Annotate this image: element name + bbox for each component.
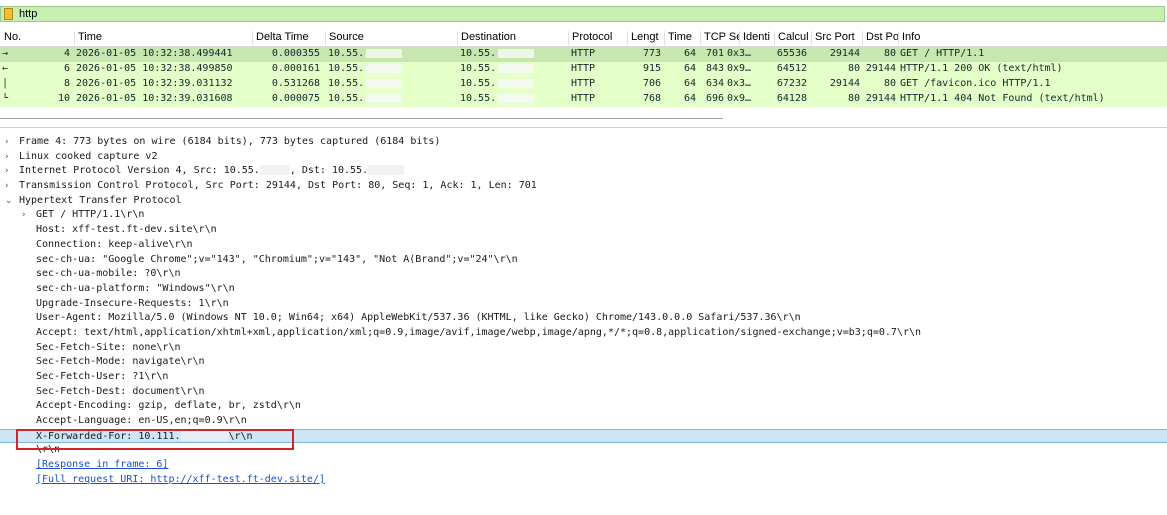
redacted-block — [366, 49, 403, 58]
tree-item-header[interactable]: Host: xff-test.ft-dev.site\r\n — [0, 223, 1167, 238]
redacted-block — [498, 64, 535, 73]
tree-item-header[interactable]: Sec-Fetch-User: ?1\r\n — [0, 370, 1167, 385]
column-header-calculated[interactable]: Calcul — [774, 31, 811, 45]
tree-item-ipv4[interactable]: › Internet Protocol Version 4, Src: 10.5… — [0, 164, 1167, 179]
full-request-uri-link[interactable]: [Full request URI: http://xff-test.ft-de… — [36, 473, 325, 488]
chevron-right-icon[interactable]: › — [5, 135, 9, 150]
redacted-block — [366, 79, 403, 88]
column-header-delta-time[interactable]: Delta Time — [252, 31, 325, 45]
redacted-block — [366, 64, 403, 73]
column-header-src-port[interactable]: Src Port — [811, 31, 862, 45]
redacted-block — [498, 49, 535, 58]
redacted-block — [366, 94, 403, 103]
tree-item-header[interactable]: sec-ch-ua-mobile: ?0\r\n — [0, 267, 1167, 282]
column-header-destination[interactable]: Destination — [457, 31, 568, 45]
display-filter-input[interactable] — [19, 7, 1119, 21]
bookmark-icon[interactable] — [4, 8, 13, 20]
response-arrow-icon: ← — [2, 63, 9, 74]
tree-item-request-line[interactable]: › GET / HTTP/1.1\r\n — [0, 208, 1167, 223]
packet-row[interactable]: → 4 2026-01-05 10:32:38.499441 0.000355 … — [0, 47, 1167, 62]
tree-item-header[interactable]: User-Agent: Mozilla/5.0 (Windows NT 10.0… — [0, 311, 1167, 326]
packet-row[interactable]: ← 6 2026-01-05 10:32:38.499850 0.000161 … — [0, 62, 1167, 77]
display-filter-bar[interactable] — [0, 6, 1165, 22]
column-header-dst-port[interactable]: Dst Po — [862, 31, 898, 45]
tree-item-header[interactable]: Sec-Fetch-Site: none\r\n — [0, 341, 1167, 356]
horizontal-scrollbar[interactable] — [0, 118, 723, 122]
column-header-protocol[interactable]: Protocol — [568, 31, 627, 45]
column-header-source[interactable]: Source — [325, 31, 457, 45]
tree-item-http[interactable]: ⌄ Hypertext Transfer Protocol — [0, 194, 1167, 209]
column-header-info[interactable]: Info — [898, 31, 1167, 45]
tree-item-header[interactable]: sec-ch-ua-platform: "Windows"\r\n — [0, 282, 1167, 297]
chevron-right-icon[interactable]: › — [5, 164, 9, 179]
redacted-block — [498, 79, 535, 88]
response-in-frame-link[interactable]: [Response in frame: 6] — [36, 458, 168, 473]
tree-item-tcp[interactable]: › Transmission Control Protocol, Src Por… — [0, 179, 1167, 194]
chevron-right-icon[interactable]: › — [5, 150, 9, 165]
packet-list-header: No. Time Delta Time Source Destination P… — [0, 30, 1167, 47]
related-packet-line-icon: └ — [2, 93, 9, 104]
tree-item-full-uri[interactable]: [Full request URI: http://xff-test.ft-de… — [0, 473, 1167, 488]
packet-list: No. Time Delta Time Source Destination P… — [0, 30, 1167, 107]
tree-item-header[interactable]: Accept-Language: en-US,en;q=0.9\r\n — [0, 414, 1167, 429]
tree-item-header[interactable]: sec-ch-ua: "Google Chrome";v="143", "Chr… — [0, 253, 1167, 268]
tree-item-header[interactable]: Sec-Fetch-Mode: navigate\r\n — [0, 355, 1167, 370]
column-header-no[interactable]: No. — [0, 31, 74, 45]
tree-item-linux-cooked[interactable]: › Linux cooked capture v2 — [0, 150, 1167, 165]
related-packet-line-icon: │ — [2, 78, 9, 89]
redacted-block — [368, 165, 405, 176]
chevron-right-icon[interactable]: › — [22, 208, 26, 223]
highlight-annotation-box — [16, 429, 294, 450]
tree-item-response-link[interactable]: [Response in frame: 6] — [0, 458, 1167, 473]
request-arrow-icon: → — [2, 48, 9, 59]
chevron-right-icon[interactable]: › — [5, 179, 9, 194]
tree-item-header[interactable]: Accept-Encoding: gzip, deflate, br, zstd… — [0, 399, 1167, 414]
redacted-block — [498, 94, 535, 103]
pane-divider[interactable] — [0, 127, 1167, 128]
column-header-time[interactable]: Time — [74, 31, 252, 45]
packet-row[interactable]: │ 8 2026-01-05 10:32:39.031132 0.531268 … — [0, 77, 1167, 92]
redacted-block — [259, 165, 290, 176]
tree-item-header[interactable]: Upgrade-Insecure-Requests: 1\r\n — [0, 297, 1167, 312]
tree-item-header[interactable]: Accept: text/html,application/xhtml+xml,… — [0, 326, 1167, 341]
column-header-tcp-segment[interactable]: TCP Se — [700, 31, 739, 45]
column-header-length[interactable]: Lengt — [627, 31, 664, 45]
column-header-ttl[interactable]: Time — [664, 31, 700, 45]
packet-row[interactable]: └ 10 2026-01-05 10:32:39.031608 0.000075… — [0, 92, 1167, 107]
column-header-identification[interactable]: Identi — [739, 31, 774, 45]
tree-item-header[interactable]: Sec-Fetch-Dest: document\r\n — [0, 385, 1167, 400]
tree-item-frame[interactable]: › Frame 4: 773 bytes on wire (6184 bits)… — [0, 135, 1167, 150]
chevron-down-icon[interactable]: ⌄ — [5, 194, 13, 209]
tree-item-header[interactable]: Connection: keep-alive\r\n — [0, 238, 1167, 253]
